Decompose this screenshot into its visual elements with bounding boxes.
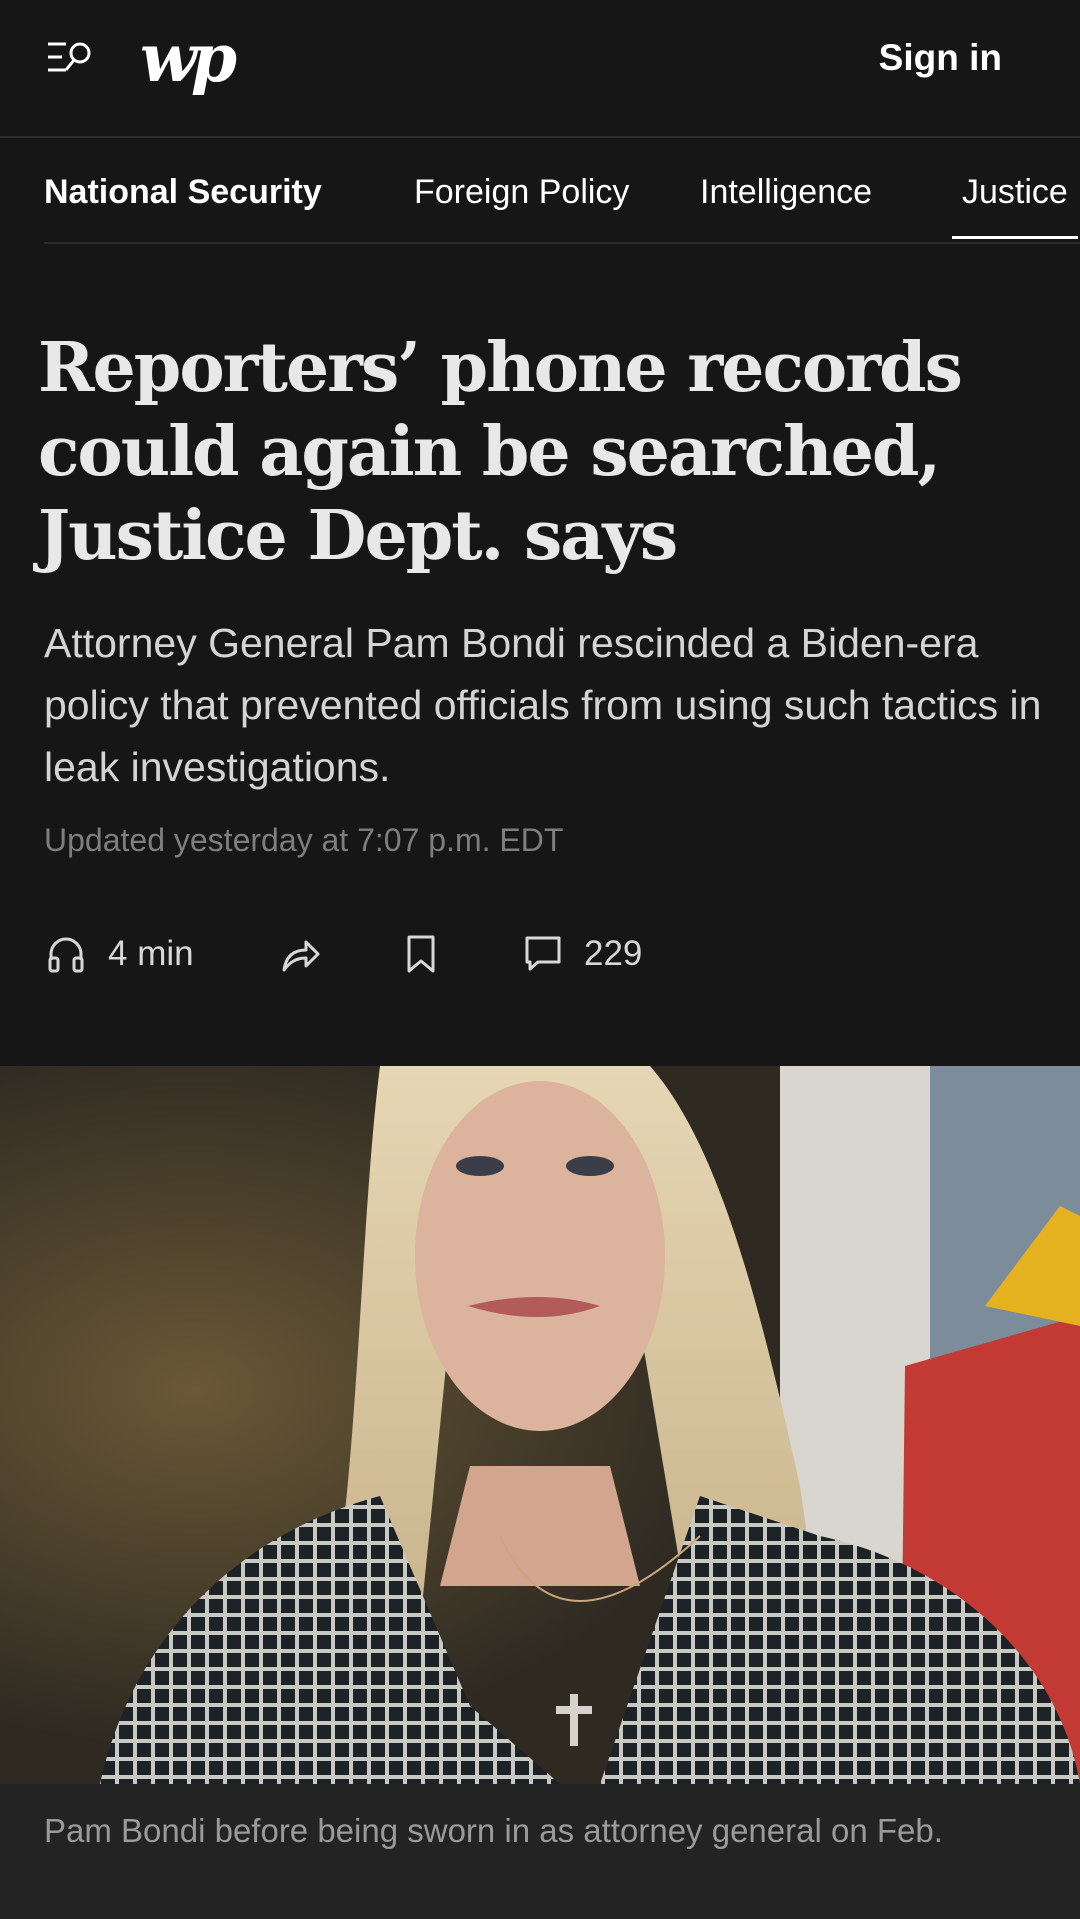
article-lead-photo	[0, 1066, 1080, 1784]
top-bar: wp Sign in	[0, 0, 1080, 138]
photo-caption: Pam Bondi before being sworn in as attor…	[44, 1812, 943, 1849]
sign-in-link[interactable]: Sign in	[879, 34, 1002, 82]
section-nav: National Security Foreign Policy Intelli…	[0, 138, 1080, 244]
portrait-image	[0, 1066, 1080, 1784]
tab-foreign-policy[interactable]: Foreign Policy	[414, 170, 629, 214]
tab-intelligence[interactable]: Intelligence	[700, 170, 872, 214]
menu-search-icon[interactable]	[46, 36, 94, 82]
listen-duration: 4 min	[108, 934, 194, 973]
section-nav-divider	[44, 242, 1080, 244]
listen-button[interactable]: 4 min	[46, 930, 194, 978]
headphones-icon	[48, 937, 84, 973]
share-arrow-icon	[282, 940, 320, 972]
tab-justice[interactable]: Justice	[952, 170, 1078, 239]
bookmark-icon	[407, 935, 435, 973]
comment-count: 229	[584, 934, 643, 973]
article-timestamp: Updated yesterday at 7:07 p.m. EDT	[44, 822, 564, 858]
section-title[interactable]: National Security	[44, 170, 322, 214]
article-dek: Attorney General Pam Bondi rescinded a B…	[44, 620, 1042, 790]
save-button[interactable]	[404, 930, 438, 978]
share-button[interactable]	[280, 930, 322, 978]
comments-button[interactable]: 229	[524, 930, 642, 978]
comment-icon	[525, 936, 561, 971]
washington-post-logo[interactable]: wp	[140, 18, 237, 98]
article-headline: Reporters’ phone records could again be …	[38, 328, 963, 576]
photo-caption-bar: Pam Bondi before being sworn in as attor…	[0, 1784, 1080, 1919]
